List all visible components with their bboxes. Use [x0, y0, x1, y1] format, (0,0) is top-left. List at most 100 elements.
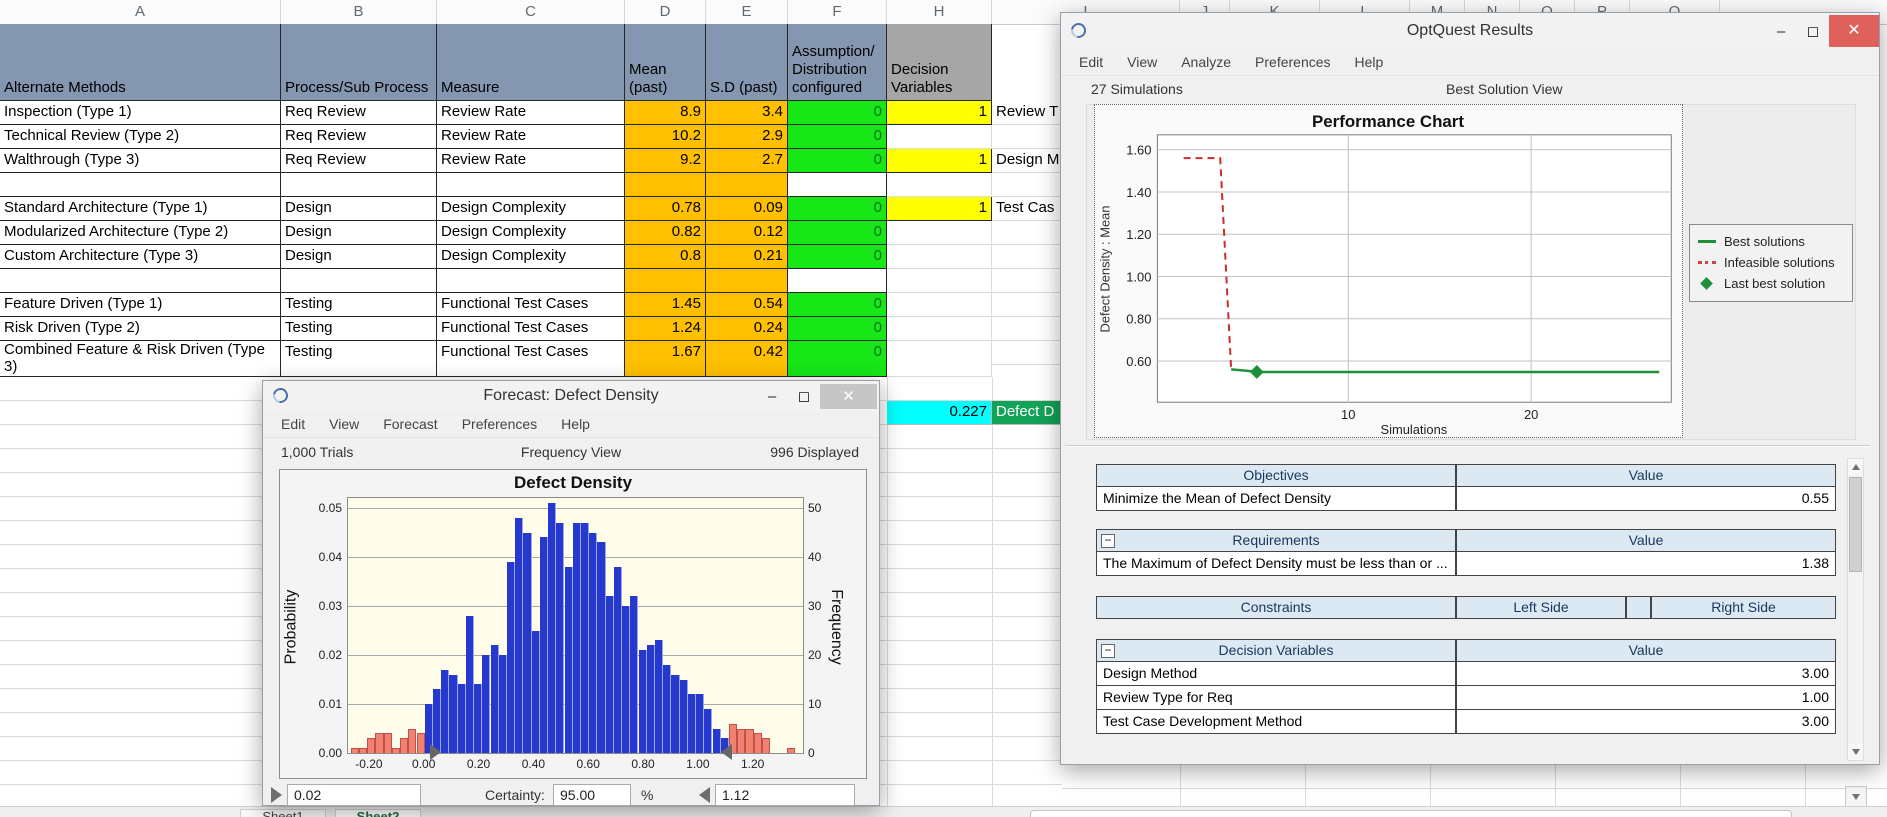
header-cell[interactable]: Process/Sub Process: [281, 24, 437, 101]
table-cell[interactable]: Minimize the Mean of Defect Density: [1096, 486, 1456, 511]
table-cell[interactable]: The Maximum of Defect Density must be le…: [1096, 551, 1456, 576]
cell-process[interactable]: Testing: [281, 317, 437, 341]
header-cell[interactable]: Decision Variables: [887, 24, 992, 101]
range-min-input[interactable]: 0.02: [287, 784, 421, 806]
maximize-button[interactable]: ◻: [1797, 22, 1829, 40]
cell-process[interactable]: Req Review: [281, 149, 437, 173]
cell-process[interactable]: Req Review: [281, 101, 437, 125]
right-range-arrow-icon[interactable]: [699, 787, 710, 803]
close-button[interactable]: ✕: [820, 384, 877, 409]
header-cell[interactable]: Measure: [437, 24, 625, 101]
cell-method[interactable]: Modularized Architecture (Type 2): [0, 221, 281, 245]
cell-sd[interactable]: [706, 269, 788, 293]
cell-measure[interactable]: Functional Test Cases: [437, 341, 625, 377]
table-cell[interactable]: 0.55: [1456, 486, 1836, 511]
scroll-thumb[interactable]: [1849, 477, 1862, 572]
menu-preferences[interactable]: Preferences: [462, 416, 537, 432]
cell-measure[interactable]: Review Rate: [437, 149, 625, 173]
menu-view[interactable]: View: [1127, 54, 1157, 70]
cell-measure[interactable]: Review Rate: [437, 125, 625, 149]
scroll-up-button[interactable]: [1848, 459, 1863, 475]
cell-sd[interactable]: 2.7: [706, 149, 788, 173]
cell-process[interactable]: Design: [281, 197, 437, 221]
cell-method[interactable]: Feature Driven (Type 1): [0, 293, 281, 317]
cell-process[interactable]: Design: [281, 245, 437, 269]
cell-sd[interactable]: 3.4: [706, 101, 788, 125]
menu-help[interactable]: Help: [561, 416, 590, 432]
range-max-input[interactable]: 1.12: [715, 784, 855, 806]
column-letter-C[interactable]: C: [437, 0, 625, 24]
cell-assumption[interactable]: 0: [788, 293, 887, 317]
cell-decision[interactable]: [887, 221, 992, 245]
cell-assumption[interactable]: 0: [788, 317, 887, 341]
cell-method[interactable]: Custom Architecture (Type 3): [0, 245, 281, 269]
cell-decision[interactable]: [887, 125, 992, 149]
table-header-decision_variables[interactable]: Value: [1456, 639, 1836, 662]
cell-mean[interactable]: 10.2: [625, 125, 706, 149]
header-cell[interactable]: Mean (past): [625, 24, 706, 101]
table-header-objectives[interactable]: Value: [1456, 464, 1836, 487]
header-cell[interactable]: S.D (past): [706, 24, 788, 101]
menu-forecast[interactable]: Forecast: [383, 416, 437, 432]
table-header-objectives[interactable]: Objectives: [1096, 464, 1456, 487]
column-letter-A[interactable]: A: [0, 0, 281, 24]
column-letter-E[interactable]: E: [706, 0, 788, 24]
cell-assumption[interactable]: 0: [788, 245, 887, 269]
table-cell[interactable]: Design Method: [1096, 661, 1456, 686]
menu-view[interactable]: View: [329, 416, 359, 432]
cell-sd[interactable]: 0.12: [706, 221, 788, 245]
cell-measure[interactable]: Design Complexity: [437, 221, 625, 245]
cell-mean[interactable]: 1.67: [625, 341, 706, 377]
cell-mean[interactable]: 1.45: [625, 293, 706, 317]
column-letter-F[interactable]: F: [788, 0, 887, 24]
cell-measure[interactable]: Functional Test Cases: [437, 293, 625, 317]
minimize-button[interactable]: –: [756, 388, 788, 405]
excel-grid-bottom-right[interactable]: [1062, 765, 1887, 806]
table-cell[interactable]: Review Type for Req: [1096, 685, 1456, 710]
forecast-titlebar[interactable]: Forecast: Defect Density – ◻ ✕: [263, 381, 879, 411]
table-header-constraints[interactable]: Constraints: [1096, 596, 1456, 619]
cell-sd[interactable]: 0.09: [706, 197, 788, 221]
maximize-button[interactable]: ◻: [788, 387, 820, 405]
tab-sheet1[interactable]: Sheet1: [240, 809, 326, 817]
cell-mean[interactable]: 9.2: [625, 149, 706, 173]
splitter[interactable]: [1065, 445, 1870, 447]
left-range-arrow-icon[interactable]: [271, 787, 282, 803]
table-header-requirements[interactable]: Requirements−: [1096, 529, 1456, 552]
table-header-decision_variables[interactable]: Decision Variables−: [1096, 639, 1456, 662]
cell-sd[interactable]: [706, 173, 788, 197]
table-cell[interactable]: 1.00: [1456, 685, 1836, 710]
scroll-down-button[interactable]: [1848, 744, 1863, 760]
excel-scroll-down-button[interactable]: [1845, 786, 1867, 807]
cell-method[interactable]: Standard Architecture (Type 1): [0, 197, 281, 221]
cell-sd[interactable]: 0.54: [706, 293, 788, 317]
table-header-constraints[interactable]: Left Side: [1456, 596, 1626, 619]
cell-mean[interactable]: 0.82: [625, 221, 706, 245]
cell-process[interactable]: Testing: [281, 293, 437, 317]
cell-assumption[interactable]: 0: [788, 101, 887, 125]
cell-measure[interactable]: [437, 269, 625, 293]
table-cell[interactable]: Test Case Development Method: [1096, 709, 1456, 734]
minimize-button[interactable]: –: [1765, 23, 1797, 40]
cell-decision[interactable]: [887, 245, 992, 269]
cell-decision[interactable]: [887, 317, 992, 341]
cell-mean[interactable]: [625, 269, 706, 293]
cell-method[interactable]: Risk Driven (Type 2): [0, 317, 281, 341]
cell-mean[interactable]: 0.78: [625, 197, 706, 221]
cell-decision[interactable]: 1: [887, 101, 992, 125]
cell-method[interactable]: Walthrough (Type 3): [0, 149, 281, 173]
cell-assumption[interactable]: 0: [788, 149, 887, 173]
menu-preferences[interactable]: Preferences: [1255, 54, 1330, 70]
cell-measure[interactable]: Design Complexity: [437, 197, 625, 221]
collapse-toggle[interactable]: −: [1101, 534, 1115, 548]
column-letter-H[interactable]: H: [887, 0, 992, 24]
tab-sheet2[interactable]: Sheet2: [335, 809, 421, 817]
cell-assumption[interactable]: [788, 269, 887, 293]
cell-process[interactable]: [281, 269, 437, 293]
cell-mean[interactable]: 1.24: [625, 317, 706, 341]
cell-mean[interactable]: 0.8: [625, 245, 706, 269]
cell-process[interactable]: Design: [281, 221, 437, 245]
menu-analyze[interactable]: Analyze: [1181, 54, 1231, 70]
table-cell[interactable]: 3.00: [1456, 709, 1836, 734]
cell-mean[interactable]: 8.9: [625, 101, 706, 125]
